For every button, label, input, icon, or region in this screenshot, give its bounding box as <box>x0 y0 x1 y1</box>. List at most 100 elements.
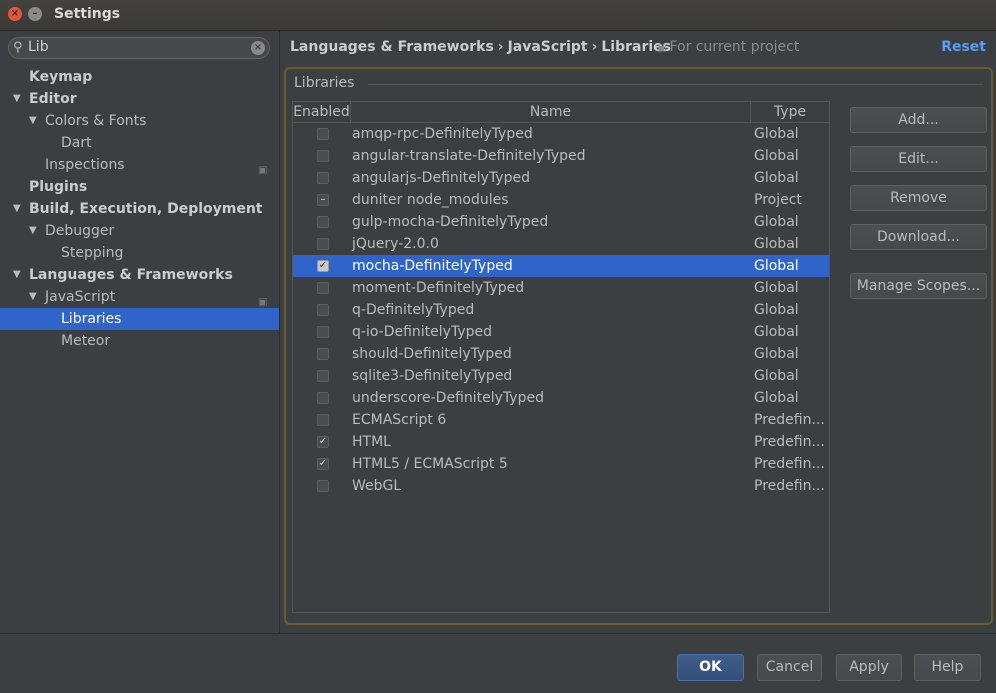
remove-button[interactable]: Remove <box>850 185 987 211</box>
sidebar-item-meteor[interactable]: Meteor <box>0 330 279 352</box>
manage-scopes-button[interactable]: Manage Scopes... <box>850 273 987 299</box>
table-row[interactable]: angularjs-DefinitelyTyped Global <box>293 167 829 189</box>
table-row[interactable]: WebGL Predefin... <box>293 475 829 497</box>
library-name: duniter node_modules <box>352 192 509 208</box>
sidebar-item-label: Plugins <box>29 179 88 195</box>
enabled-checkbox[interactable]: ✓ <box>317 458 329 470</box>
library-type: Global <box>754 368 799 384</box>
apply-button[interactable]: Apply <box>836 654 902 681</box>
expand-arrow-icon[interactable]: ▼ <box>13 198 21 220</box>
sidebar-item-keymap[interactable]: Keymap <box>0 66 279 88</box>
column-header-name[interactable]: Name <box>351 102 751 122</box>
library-name: ECMAScript 6 <box>352 412 447 428</box>
sidebar-item-dart[interactable]: Dart <box>0 132 279 154</box>
enabled-checkbox[interactable] <box>317 282 329 294</box>
table-row[interactable]: ✓ mocha-DefinitelyTyped Global <box>293 255 829 277</box>
clear-search-icon[interactable]: × <box>251 41 265 55</box>
sidebar-item-label: Editor <box>29 91 77 107</box>
table-row[interactable]: gulp-mocha-DefinitelyTyped Global <box>293 211 829 233</box>
table-row[interactable]: angular-translate-DefinitelyTyped Global <box>293 145 829 167</box>
download-button[interactable]: Download... <box>850 224 987 250</box>
enabled-checkbox[interactable] <box>317 128 329 140</box>
enabled-checkbox[interactable]: ✓ <box>317 260 329 272</box>
table-row[interactable]: should-DefinitelyTyped Global <box>293 343 829 365</box>
libraries-table[interactable]: Enabled Name Type amqp-rpc-DefinitelyTyp… <box>292 101 830 613</box>
expand-arrow-icon[interactable]: ▼ <box>13 88 21 110</box>
sidebar-item-plugins[interactable]: Plugins <box>0 176 279 198</box>
column-header-enabled[interactable]: Enabled <box>293 102 351 122</box>
cancel-button[interactable]: Cancel <box>757 654 822 681</box>
enabled-checkbox[interactable]: ✓ <box>317 436 329 448</box>
sidebar-item-languages-frameworks[interactable]: ▼ Languages & Frameworks <box>0 264 279 286</box>
library-type: Global <box>754 258 799 274</box>
library-type: Predefin... <box>754 478 825 494</box>
group-divider <box>368 84 983 85</box>
sidebar-item-label: Libraries <box>61 311 122 327</box>
minimize-window-button[interactable]: – <box>28 7 42 21</box>
library-type: Predefin... <box>754 456 825 472</box>
project-scope-icon: ▣ <box>657 43 667 54</box>
sidebar-item-colors-fonts[interactable]: ▼ Colors & Fonts <box>0 110 279 132</box>
sidebar-item-libraries[interactable]: Libraries <box>0 308 279 330</box>
edit-button[interactable]: Edit... <box>850 146 987 172</box>
table-row[interactable]: ✓ HTML Predefin... <box>293 431 829 453</box>
table-row[interactable]: q-io-DefinitelyTyped Global <box>293 321 829 343</box>
breadcrumb-item: JavaScript <box>507 39 588 55</box>
enabled-checkbox[interactable] <box>317 480 329 492</box>
sidebar-item-javascript[interactable]: ▼ JavaScript ▣ <box>0 286 279 308</box>
sidebar-item-label: Inspections <box>45 157 125 173</box>
table-row[interactable]: moment-DefinitelyTyped Global <box>293 277 829 299</box>
table-row[interactable]: ✓ HTML5 / ECMAScript 5 Predefin... <box>293 453 829 475</box>
library-type: Global <box>754 302 799 318</box>
sidebar-item-stepping[interactable]: Stepping <box>0 242 279 264</box>
enabled-checkbox[interactable] <box>317 172 329 184</box>
library-name: mocha-DefinitelyTyped <box>352 258 513 274</box>
table-row[interactable]: amqp-rpc-DefinitelyTyped Global <box>293 123 829 145</box>
ok-button[interactable]: OK <box>677 654 744 681</box>
library-type: Project <box>754 192 802 208</box>
sidebar-item-label: Meteor <box>61 333 111 349</box>
reset-link[interactable]: Reset <box>941 39 986 55</box>
sidebar-item-inspections[interactable]: Inspections ▣ <box>0 154 279 176</box>
enabled-checkbox[interactable] <box>317 326 329 338</box>
enabled-checkbox[interactable] <box>317 370 329 382</box>
expand-arrow-icon[interactable]: ▼ <box>13 264 21 286</box>
sidebar-item-editor[interactable]: ▼ Editor <box>0 88 279 110</box>
help-button[interactable]: Help <box>914 654 981 681</box>
library-name: HTML5 / ECMAScript 5 <box>352 456 508 472</box>
search-input[interactable]: Lib <box>28 39 49 55</box>
library-name: moment-DefinitelyTyped <box>352 280 525 296</box>
table-row[interactable]: underscore-DefinitelyTyped Global <box>293 387 829 409</box>
library-name: underscore-DefinitelyTyped <box>352 390 544 406</box>
table-row[interactable]: q-DefinitelyTyped Global <box>293 299 829 321</box>
table-row[interactable]: jQuery-2.0.0 Global <box>293 233 829 255</box>
settings-sidebar: ⚲ Lib × Keymap ▼ Editor ▼ Colors & Fonts… <box>0 31 280 633</box>
enabled-checkbox[interactable] <box>317 348 329 360</box>
enabled-checkbox[interactable] <box>317 150 329 162</box>
library-name: should-DefinitelyTyped <box>352 346 512 362</box>
enabled-checkbox[interactable] <box>317 304 329 316</box>
breadcrumb: Languages & Frameworks › JavaScript › Librar… <box>290 39 671 55</box>
search-icon: ⚲ <box>13 40 23 55</box>
table-row[interactable]: sqlite3-DefinitelyTyped Global <box>293 365 829 387</box>
add-button[interactable]: Add... <box>850 107 987 133</box>
expand-arrow-icon[interactable]: ▼ <box>29 110 37 132</box>
table-row[interactable]: ECMAScript 6 Predefin... <box>293 409 829 431</box>
sidebar-item-build-execution-deployment[interactable]: ▼ Build, Execution, Deployment <box>0 198 279 220</box>
expand-arrow-icon[interactable]: ▼ <box>29 286 37 308</box>
dialog-footer: OK Cancel Apply Help <box>0 633 996 693</box>
enabled-checkbox[interactable]: – <box>317 194 329 206</box>
search-field[interactable]: ⚲ Lib × <box>8 37 270 59</box>
column-header-type[interactable]: Type <box>751 102 829 122</box>
table-row[interactable]: – duniter node_modules Project <box>293 189 829 211</box>
library-type: Global <box>754 324 799 340</box>
enabled-checkbox[interactable] <box>317 414 329 426</box>
enabled-checkbox[interactable] <box>317 216 329 228</box>
expand-arrow-icon[interactable]: ▼ <box>29 220 37 242</box>
enabled-checkbox[interactable] <box>317 392 329 404</box>
breadcrumb-separator: › <box>591 39 598 55</box>
enabled-checkbox[interactable] <box>317 238 329 250</box>
close-window-button[interactable]: × <box>8 7 22 21</box>
sidebar-item-label: Debugger <box>45 223 115 239</box>
sidebar-item-debugger[interactable]: ▼ Debugger <box>0 220 279 242</box>
